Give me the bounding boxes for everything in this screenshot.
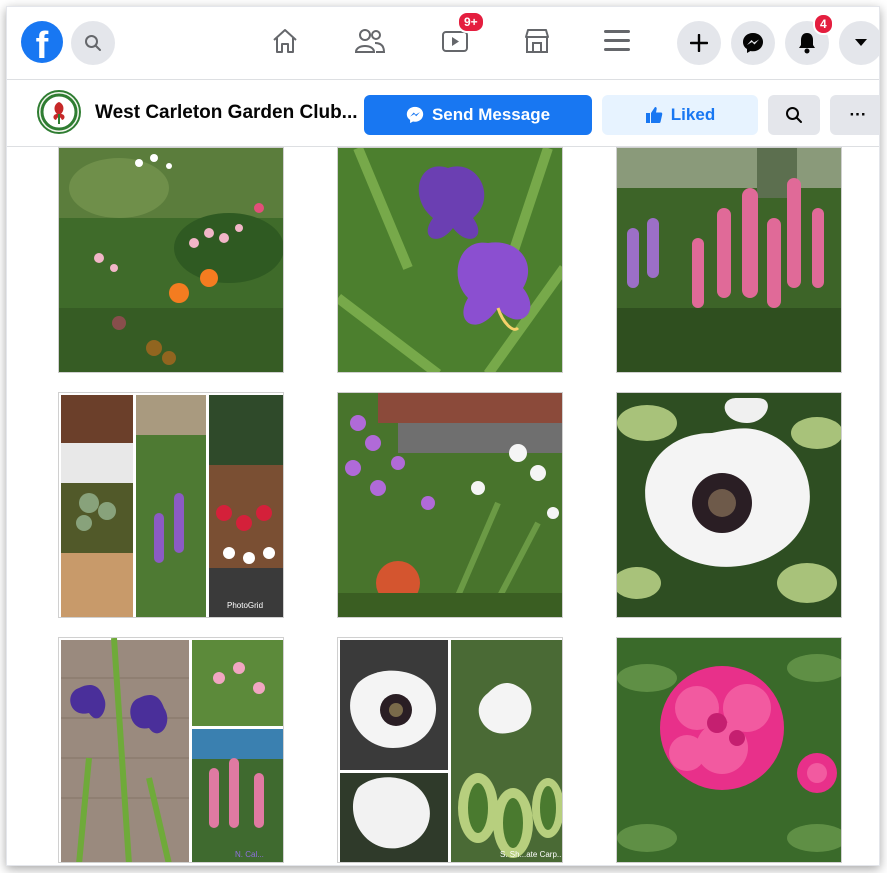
photo-credit: S. Sh...ate Carp...	[500, 850, 563, 859]
send-message-button[interactable]: Send Message	[364, 95, 592, 135]
logo-letter: f	[35, 25, 49, 63]
facebook-logo-icon[interactable]: f	[21, 21, 63, 63]
photo-collage-porch[interactable]: PhotoGrid	[58, 392, 284, 618]
send-message-label: Send Message	[431, 105, 551, 124]
photo-white-poppy[interactable]	[616, 392, 842, 618]
notifications-badge: 4	[813, 13, 834, 35]
messenger-icon	[743, 33, 763, 53]
liked-label: Liked	[670, 105, 716, 124]
marketplace-icon	[525, 29, 549, 53]
photo-image	[617, 393, 841, 617]
search-icon	[786, 107, 802, 123]
photo-lupines[interactable]	[616, 147, 842, 373]
menu-icon	[604, 30, 630, 51]
photo-image	[617, 148, 841, 372]
photo-watermark: PhotoGrid	[227, 601, 264, 610]
home-icon	[273, 29, 297, 53]
watch-tab[interactable]: 9+	[437, 11, 485, 59]
photo-collage-poppies-hosta[interactable]: S. Sh...ate Carp...	[337, 637, 563, 863]
notifications-button[interactable]: 4	[785, 13, 834, 65]
thumbs-up-icon	[645, 107, 663, 123]
messenger-button[interactable]	[731, 21, 775, 65]
create-button[interactable]	[677, 21, 721, 65]
page-avatar[interactable]	[37, 90, 81, 134]
account-menu-button[interactable]	[839, 21, 879, 65]
messenger-icon	[406, 106, 424, 124]
marketplace-tab[interactable]	[519, 23, 555, 59]
page-search-button[interactable]	[768, 95, 820, 135]
photo-image	[338, 393, 562, 617]
more-options-label: ···	[849, 105, 867, 124]
photo-image	[59, 148, 283, 372]
photo-credit: N. Cal...	[235, 850, 264, 859]
top-navigation: f 9+ 4	[7, 7, 879, 80]
photo-image	[338, 638, 562, 862]
photo-image	[617, 638, 841, 862]
caret-down-icon	[855, 39, 867, 46]
liked-button[interactable]: Liked	[602, 95, 758, 135]
friends-tab[interactable]	[352, 23, 388, 59]
photo-collage-iris-lupine[interactable]: N. Cal...	[58, 637, 284, 863]
more-options-button[interactable]: ···	[830, 95, 879, 135]
home-tab[interactable]	[267, 23, 303, 59]
photo-pink-peony[interactable]	[616, 637, 842, 863]
search-button[interactable]	[71, 21, 115, 65]
photo-image	[59, 638, 283, 862]
photo-purple-iris[interactable]	[337, 147, 563, 373]
page-title[interactable]: West Carleton Garden Club...	[95, 102, 358, 124]
photo-grid: PhotoGrid N. Cal... S. Sh...ate Carp...	[7, 147, 879, 865]
garden-club-logo	[40, 93, 78, 131]
bell-icon	[799, 33, 815, 54]
watch-badge: 9+	[457, 11, 485, 33]
page-header-bar: West Carleton Garden Club... Send Messag…	[7, 80, 879, 147]
friends-icon	[354, 29, 386, 53]
menu-tab[interactable]	[599, 23, 635, 59]
photo-phlox-iris[interactable]	[337, 392, 563, 618]
plus-icon	[690, 34, 708, 52]
photo-garden-lilies[interactable]	[58, 147, 284, 373]
search-icon	[85, 35, 101, 51]
photo-image	[338, 148, 562, 372]
photo-image	[59, 393, 283, 617]
browser-frame: f 9+ 4 West Carleton Garden Club... Send…	[6, 6, 880, 866]
